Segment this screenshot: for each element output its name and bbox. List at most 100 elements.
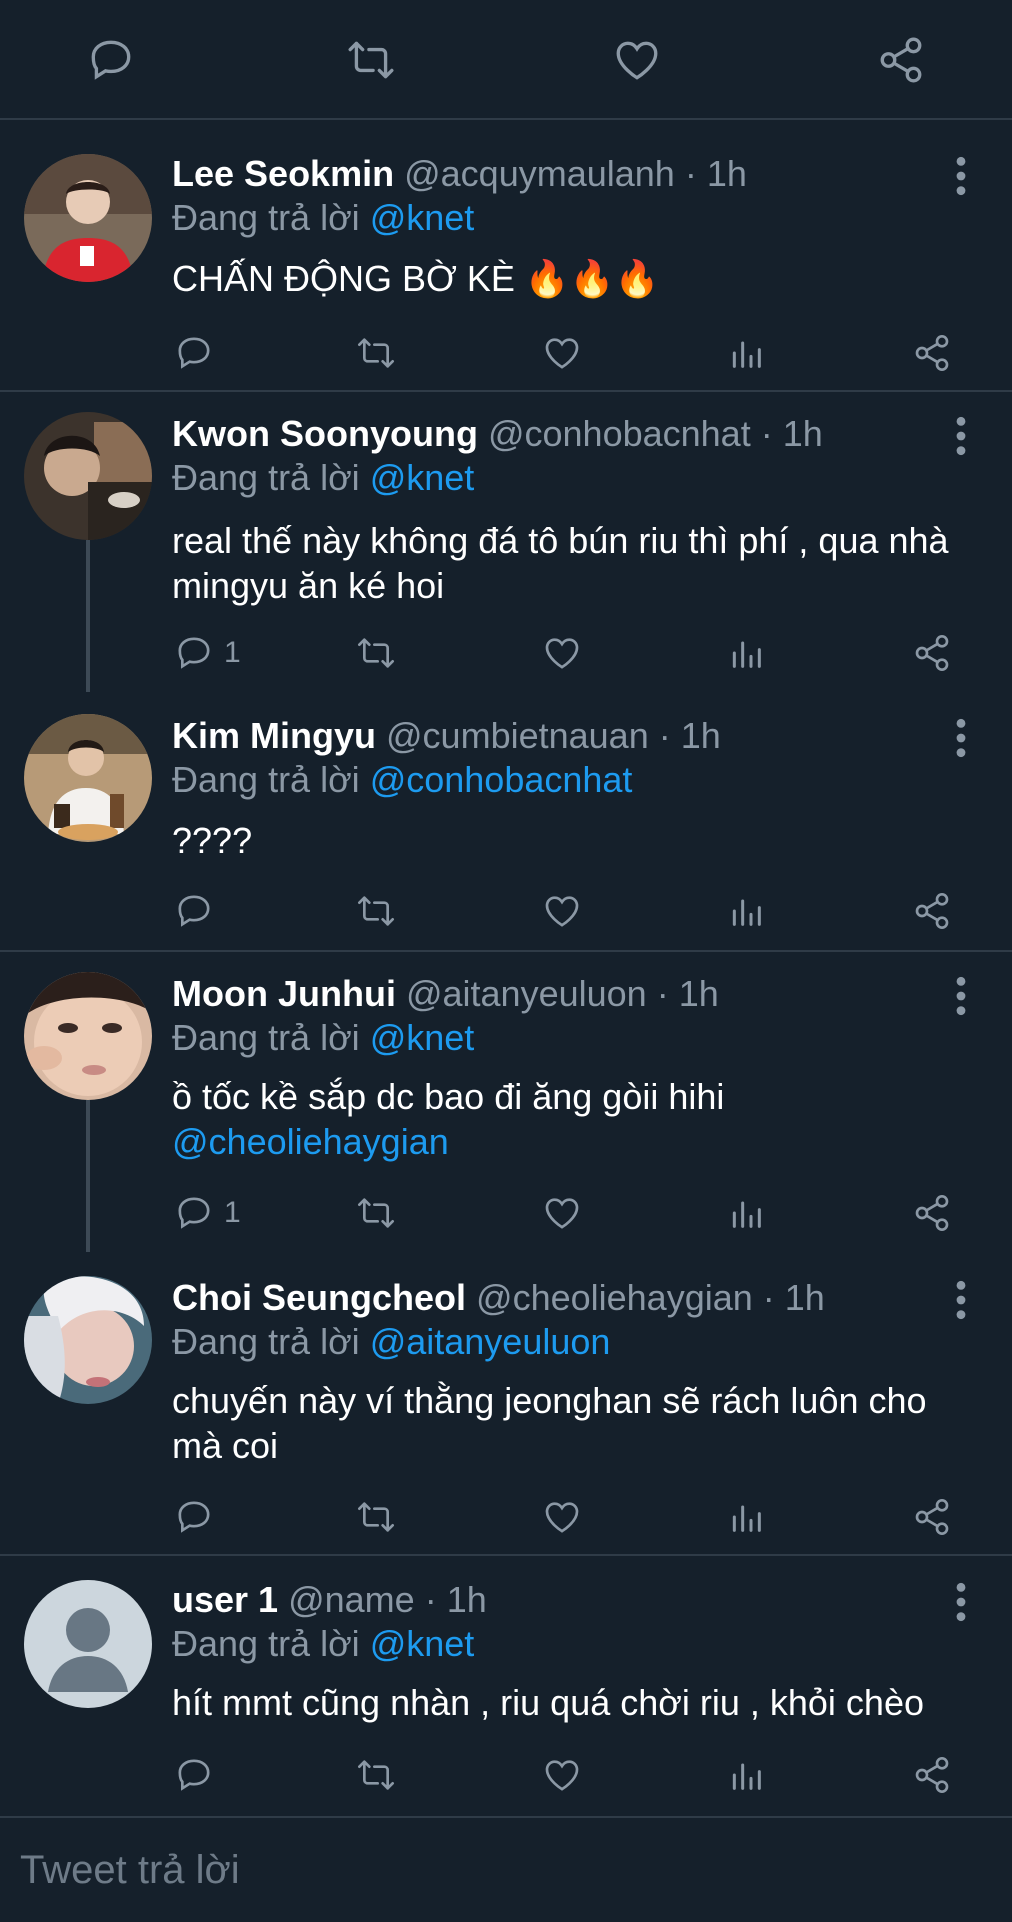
reply-button[interactable] — [174, 1492, 224, 1542]
more-options-icon[interactable] — [946, 154, 976, 198]
like-icon — [545, 1760, 579, 1791]
reply-button[interactable] — [174, 328, 224, 378]
analytics-icon — [732, 1505, 761, 1532]
retweet-button[interactable] — [356, 1492, 396, 1542]
display-name[interactable]: Kwon Soonyoung — [172, 413, 478, 454]
replying-label: Đang trả lời — [172, 197, 370, 238]
retweet-button[interactable] — [356, 628, 396, 678]
more-options-icon[interactable] — [946, 414, 976, 458]
reply-icon[interactable] — [86, 35, 136, 85]
replying-mention[interactable]: @conhobacnhat — [370, 759, 633, 800]
share-button[interactable] — [912, 1492, 952, 1542]
retweet-icon — [358, 896, 394, 926]
tweet-item[interactable]: Moon Junhui @aitanyeuluon · 1h Đang trả … — [0, 952, 1012, 1252]
reply-button[interactable] — [174, 886, 224, 936]
like-icon[interactable] — [612, 35, 662, 85]
replying-mention[interactable]: @knet — [370, 1623, 475, 1664]
share-icon — [915, 635, 949, 671]
reply-count: 1 — [224, 636, 241, 669]
replying-mention[interactable]: @knet — [370, 457, 475, 498]
separator-dot: · — [674, 153, 707, 194]
more-options-icon[interactable] — [946, 1278, 976, 1322]
replying-mention[interactable]: @knet — [370, 197, 475, 238]
tweet-mention[interactable]: @cheoliehaygian — [172, 1119, 992, 1164]
like-icon — [545, 1198, 579, 1229]
like-button[interactable] — [542, 328, 582, 378]
display-name[interactable]: Kim Mingyu — [172, 715, 376, 756]
tweet-item[interactable]: Kwon Soonyoung @conhobacnhat · 1h Đang t… — [0, 392, 1012, 692]
avatar[interactable] — [24, 972, 152, 1100]
share-button[interactable] — [912, 328, 952, 378]
tweet-item[interactable]: Choi Seungcheol @cheoliehaygian · 1h Đan… — [0, 1252, 1012, 1554]
replying-label: Đang trả lời — [172, 1017, 370, 1058]
tweet-text-line: mà coi — [172, 1425, 279, 1466]
retweet-button[interactable] — [356, 1750, 396, 1800]
analytics-button[interactable] — [726, 328, 766, 378]
share-button[interactable] — [912, 1750, 952, 1800]
tweet-text: hít mmt cũng nhàn , riu quá chời riu , k… — [172, 1682, 924, 1723]
analytics-button[interactable] — [726, 628, 766, 678]
like-button[interactable] — [542, 1492, 582, 1542]
analytics-icon — [732, 899, 761, 926]
display-name[interactable]: Moon Junhui — [172, 973, 396, 1014]
user-handle[interactable]: @name — [288, 1579, 415, 1620]
more-options-icon[interactable] — [946, 974, 976, 1018]
tweet-text: chuyến này ví thằng jeonghan sẽ rách luô… — [172, 1378, 992, 1468]
tweet-actions: 1 — [0, 628, 1012, 678]
more-options-icon[interactable] — [946, 716, 976, 760]
share-icon — [915, 893, 949, 929]
replying-label: Đang trả lời — [172, 759, 370, 800]
analytics-button[interactable] — [726, 886, 766, 936]
avatar[interactable] — [24, 154, 152, 282]
reply-button[interactable] — [174, 1750, 224, 1800]
like-button[interactable] — [542, 628, 582, 678]
timestamp: 1h — [706, 153, 747, 194]
retweet-icon[interactable] — [346, 35, 396, 85]
tweet-actions: 1 — [0, 1188, 1012, 1238]
reply-icon — [178, 1759, 210, 1791]
tweet-item[interactable]: Kim Mingyu @cumbietnauan · 1h Đang trả l… — [0, 692, 1012, 950]
replying-mention[interactable]: @aitanyeuluon — [370, 1321, 611, 1362]
separator-dot: · — [414, 1579, 447, 1620]
share-button[interactable] — [912, 1188, 952, 1238]
display-name[interactable]: Choi Seungcheol — [172, 1277, 466, 1318]
tweet-item[interactable]: user 1 @name · 1h Đang trả lời @knet hít… — [0, 1556, 1012, 1814]
like-button[interactable] — [542, 886, 582, 936]
user-handle[interactable]: @cheoliehaygian — [476, 1277, 753, 1318]
retweet-icon — [358, 638, 394, 668]
display-name[interactable]: user 1 — [172, 1579, 278, 1620]
avatar[interactable] — [24, 1276, 152, 1404]
retweet-button[interactable] — [356, 1188, 396, 1238]
retweet-button[interactable] — [356, 886, 396, 936]
avatar[interactable] — [24, 714, 152, 842]
avatar[interactable] — [24, 412, 152, 540]
parent-tweet-actions — [0, 0, 1012, 120]
share-button[interactable] — [912, 886, 952, 936]
display-name[interactable]: Lee Seokmin — [172, 153, 394, 194]
user-handle[interactable]: @acquymaulanh — [404, 153, 675, 194]
analytics-button[interactable] — [726, 1188, 766, 1238]
user-handle[interactable]: @aitanyeuluon — [406, 973, 647, 1014]
tweet-item[interactable]: Lee Seokmin @acquymaulanh · 1h Đang trả … — [0, 118, 1012, 390]
reply-icon — [178, 337, 210, 369]
tweet-text-line: ồ tốc kề sắp dc bao đi ăng gòii hihi — [172, 1076, 725, 1117]
retweet-button[interactable] — [356, 328, 396, 378]
analytics-button[interactable] — [726, 1750, 766, 1800]
separator-dot: · — [646, 973, 679, 1014]
reply-button[interactable]: 1 — [174, 1188, 241, 1238]
reply-button[interactable]: 1 — [174, 628, 241, 678]
more-options-icon[interactable] — [946, 1580, 976, 1624]
reply-input[interactable]: Tweet trả lời — [20, 1848, 240, 1893]
like-button[interactable] — [542, 1188, 582, 1238]
share-icon[interactable] — [876, 35, 926, 85]
user-handle[interactable]: @cumbietnauan — [386, 715, 649, 756]
user-handle[interactable]: @conhobacnhat — [488, 413, 751, 454]
analytics-button[interactable] — [726, 1492, 766, 1542]
share-button[interactable] — [912, 628, 952, 678]
replying-to: Đang trả lời @knet — [172, 456, 474, 500]
like-button[interactable] — [542, 1750, 582, 1800]
replying-mention[interactable]: @knet — [370, 1017, 475, 1058]
reply-compose-bar[interactable]: Tweet trả lời — [0, 1816, 1012, 1922]
avatar[interactable] — [24, 1580, 152, 1708]
tweet-actions — [0, 328, 1012, 378]
